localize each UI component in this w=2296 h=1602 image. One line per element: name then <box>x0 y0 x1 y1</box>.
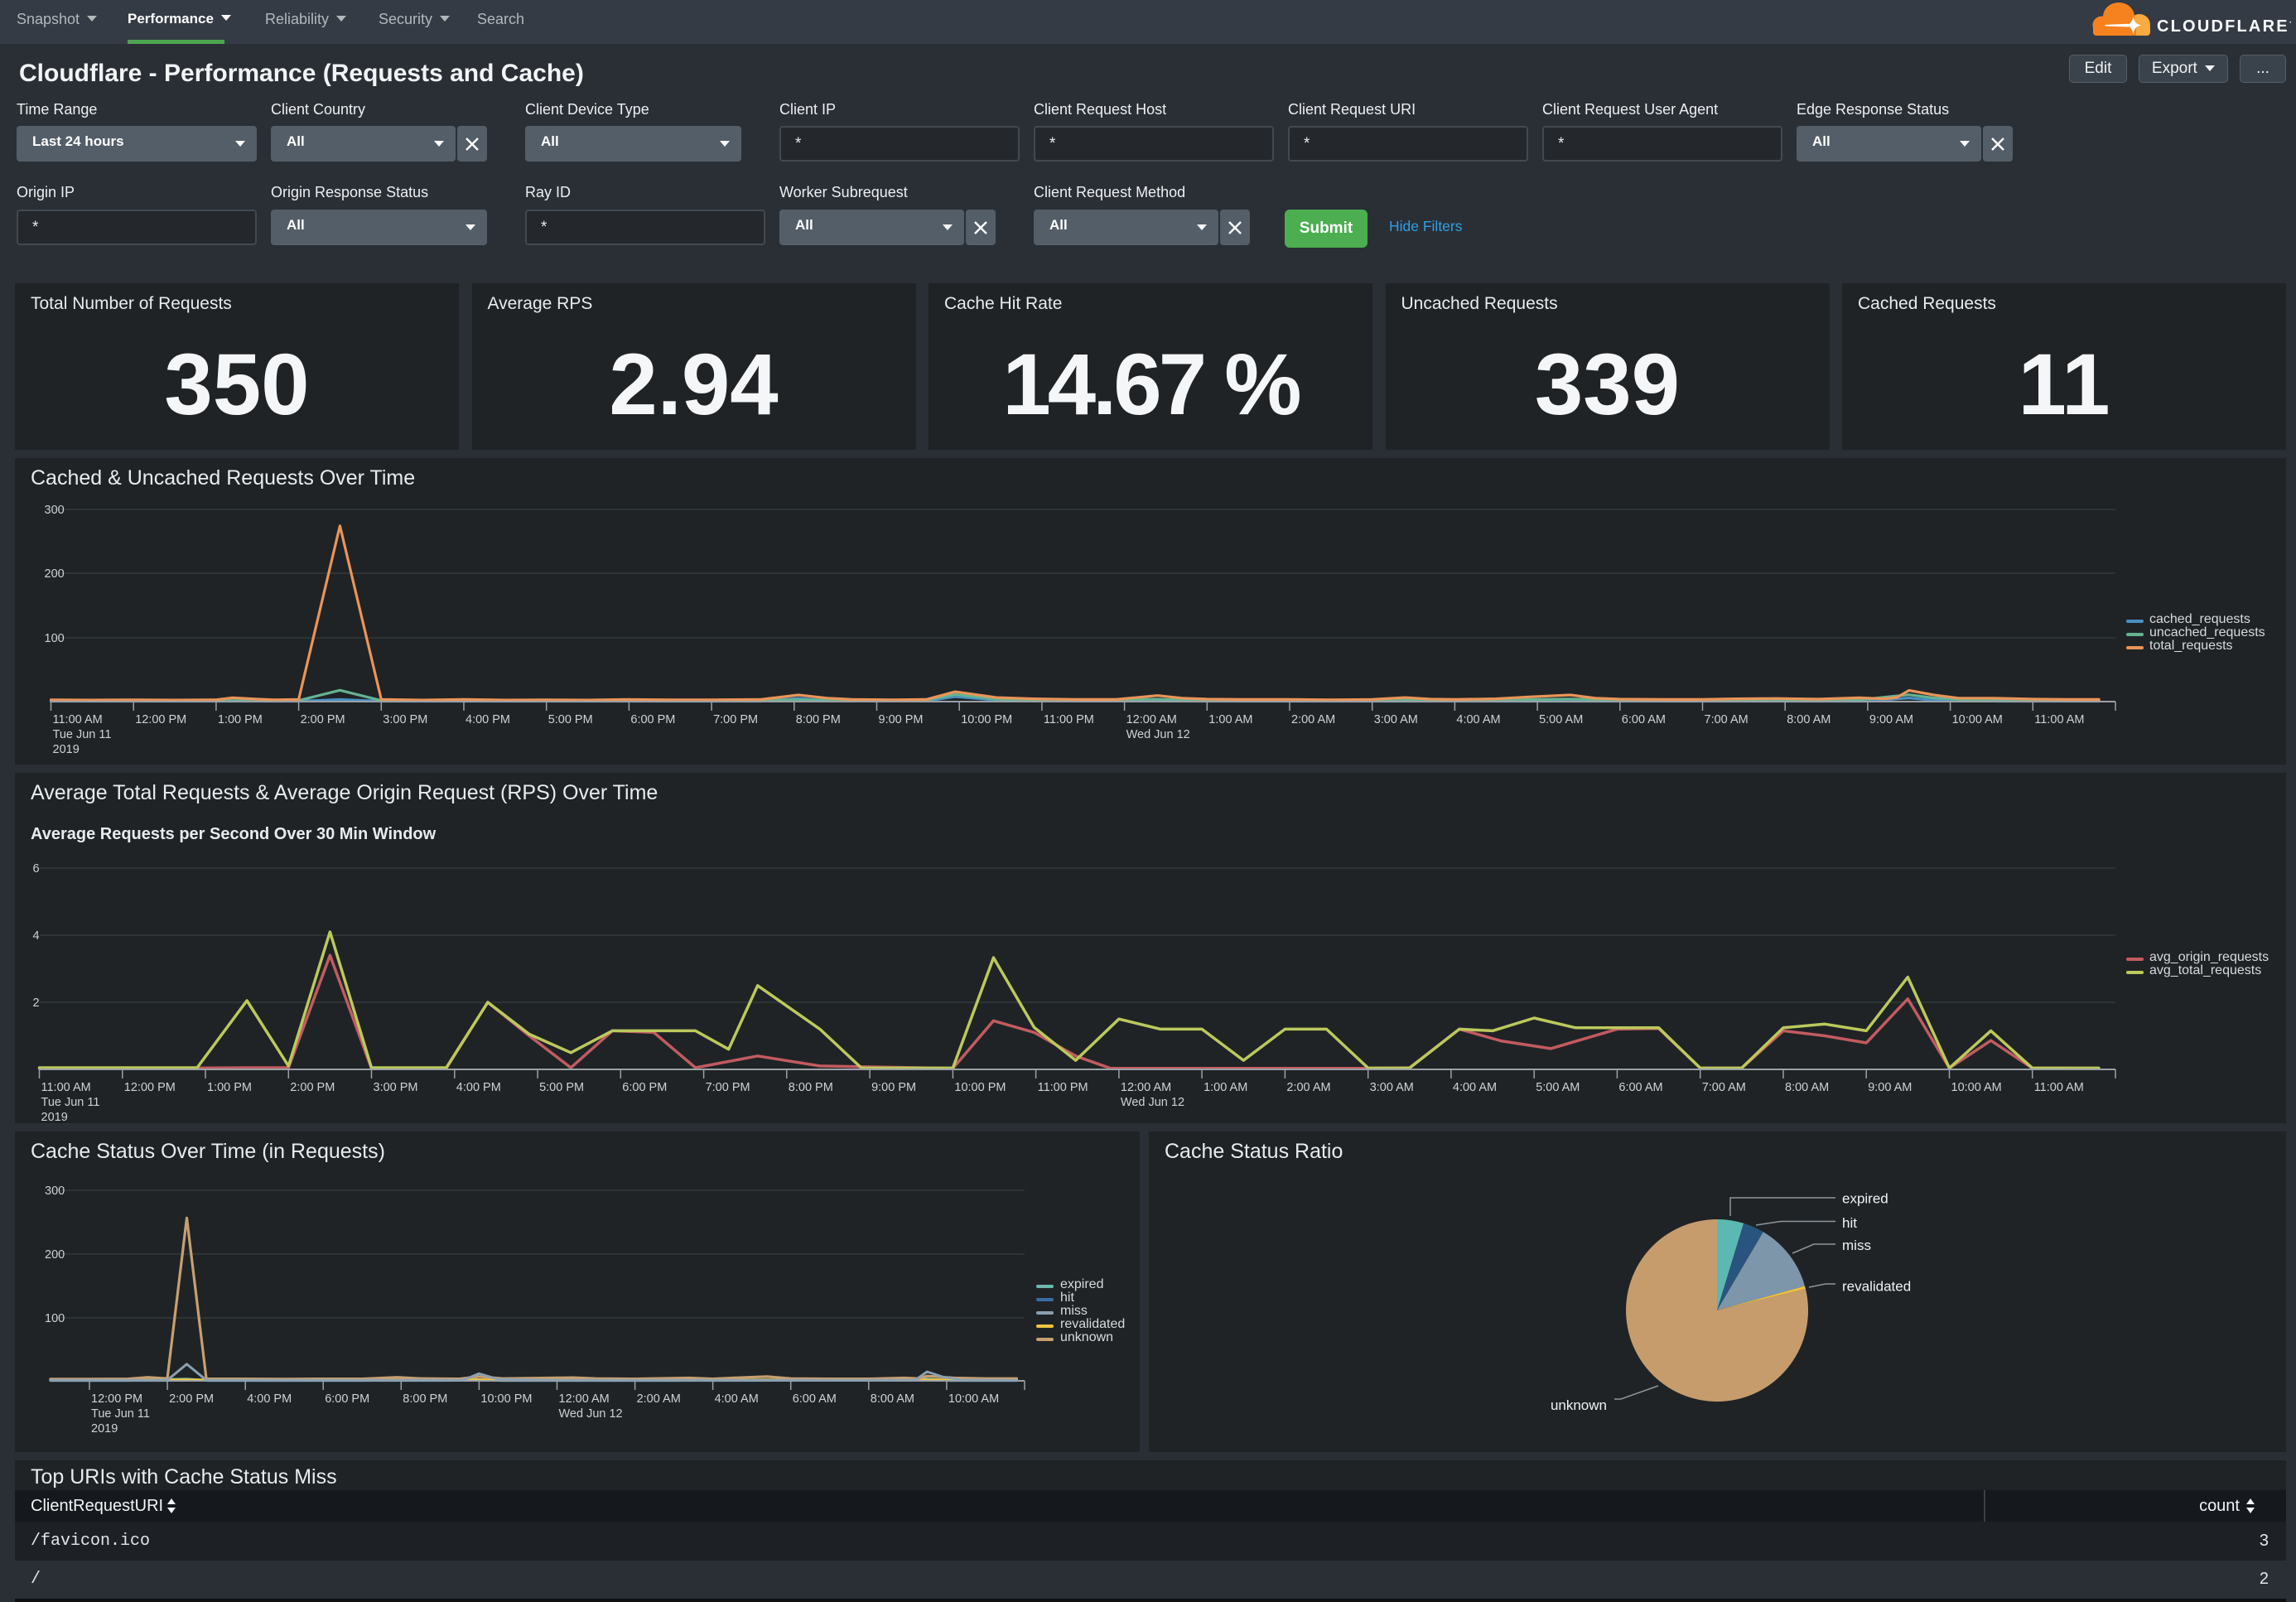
svg-text:5:00 AM: 5:00 AM <box>1536 1081 1580 1094</box>
svg-text:9:00 PM: 9:00 PM <box>879 713 924 726</box>
svg-text:2019: 2019 <box>41 1111 68 1123</box>
svg-text:3:00 PM: 3:00 PM <box>383 713 427 726</box>
svg-text:12:00 AM: 12:00 AM <box>1126 713 1177 726</box>
svg-text:5:00 PM: 5:00 PM <box>548 713 593 726</box>
svg-text:10:00 PM: 10:00 PM <box>954 1081 1006 1094</box>
svg-text:expired: expired <box>1842 1191 1888 1207</box>
svg-text:10:00 PM: 10:00 PM <box>480 1392 532 1406</box>
svg-text:200: 200 <box>45 567 65 581</box>
svg-text:6:00 AM: 6:00 AM <box>793 1392 837 1406</box>
svg-text:7:00 PM: 7:00 PM <box>706 1081 750 1094</box>
svg-text:hit: hit <box>1842 1215 1857 1231</box>
svg-text:10:00 PM: 10:00 PM <box>961 713 1012 726</box>
svg-text:6: 6 <box>33 862 40 876</box>
svg-text:Wed Jun 12: Wed Jun 12 <box>1121 1096 1184 1109</box>
svg-text:100: 100 <box>45 632 65 645</box>
svg-text:3:00 AM: 3:00 AM <box>1370 1081 1414 1094</box>
svg-text:4:00 AM: 4:00 AM <box>1456 713 1500 726</box>
svg-text:10:00 AM: 10:00 AM <box>948 1392 999 1406</box>
svg-text:12:00 PM: 12:00 PM <box>91 1392 142 1406</box>
svg-text:Tue Jun 11: Tue Jun 11 <box>91 1407 150 1421</box>
svg-text:3:00 AM: 3:00 AM <box>1374 713 1418 726</box>
svg-text:10:00 AM: 10:00 AM <box>1951 1081 2002 1094</box>
svg-text:6:00 AM: 6:00 AM <box>1618 1081 1662 1094</box>
svg-text:4: 4 <box>33 929 40 943</box>
svg-text:100: 100 <box>45 1312 65 1325</box>
svg-text:1:00 PM: 1:00 PM <box>207 1081 252 1094</box>
svg-text:11:00 AM: 11:00 AM <box>2034 713 2084 726</box>
svg-text:8:00 PM: 8:00 PM <box>796 713 841 726</box>
svg-text:2:00 PM: 2:00 PM <box>290 1081 335 1094</box>
svg-text:11:00 AM: 11:00 AM <box>2034 1081 2084 1094</box>
svg-text:9:00 AM: 9:00 AM <box>1869 713 1913 726</box>
svg-text:2: 2 <box>33 996 40 1010</box>
svg-text:revalidated: revalidated <box>1842 1279 1911 1295</box>
svg-text:8:00 PM: 8:00 PM <box>403 1392 447 1406</box>
svg-text:9:00 PM: 9:00 PM <box>871 1081 916 1094</box>
svg-text:unknown: unknown <box>1551 1397 1607 1413</box>
svg-text:200: 200 <box>45 1248 65 1262</box>
svg-text:6:00 PM: 6:00 PM <box>622 1081 667 1094</box>
svg-text:2019: 2019 <box>91 1422 118 1436</box>
svg-text:Wed Jun 12: Wed Jun 12 <box>1126 728 1190 741</box>
svg-text:4:00 PM: 4:00 PM <box>465 713 510 726</box>
svg-text:7:00 PM: 7:00 PM <box>713 713 758 726</box>
svg-text:2:00 PM: 2:00 PM <box>301 713 345 726</box>
svg-text:4:00 PM: 4:00 PM <box>456 1081 501 1094</box>
svg-text:Tue Jun 11: Tue Jun 11 <box>53 728 112 741</box>
svg-text:6:00 AM: 6:00 AM <box>1622 713 1666 726</box>
svg-text:2:00 AM: 2:00 AM <box>1286 1081 1330 1094</box>
svg-text:4:00 AM: 4:00 AM <box>715 1392 759 1406</box>
svg-text:300: 300 <box>45 504 65 517</box>
svg-text:2019: 2019 <box>53 743 80 756</box>
svg-text:5:00 PM: 5:00 PM <box>539 1081 584 1094</box>
svg-text:10:00 AM: 10:00 AM <box>1952 713 2003 726</box>
svg-text:8:00 PM: 8:00 PM <box>789 1081 833 1094</box>
svg-text:5:00 AM: 5:00 AM <box>1539 713 1583 726</box>
svg-text:300: 300 <box>45 1185 65 1198</box>
svg-text:9:00 AM: 9:00 AM <box>1868 1081 1912 1094</box>
svg-text:2:00 PM: 2:00 PM <box>169 1392 214 1406</box>
svg-text:8:00 AM: 8:00 AM <box>871 1392 914 1406</box>
svg-text:3:00 PM: 3:00 PM <box>374 1081 418 1094</box>
svg-text:12:00 AM: 12:00 AM <box>559 1392 610 1406</box>
svg-text:1:00 AM: 1:00 AM <box>1203 1081 1247 1094</box>
svg-text:12:00 PM: 12:00 PM <box>135 713 186 726</box>
svg-text:8:00 AM: 8:00 AM <box>1785 1081 1829 1094</box>
svg-text:7:00 AM: 7:00 AM <box>1702 1081 1746 1094</box>
svg-text:11:00 PM: 11:00 PM <box>1044 713 1094 726</box>
svg-text:11:00 AM: 11:00 AM <box>53 713 103 726</box>
svg-text:1:00 PM: 1:00 PM <box>218 713 263 726</box>
svg-text:4:00 PM: 4:00 PM <box>247 1392 292 1406</box>
svg-text:2:00 AM: 2:00 AM <box>1291 713 1335 726</box>
svg-text:12:00 AM: 12:00 AM <box>1121 1081 1171 1094</box>
svg-text:Wed Jun 12: Wed Jun 12 <box>559 1407 623 1421</box>
svg-text:Tue Jun 11: Tue Jun 11 <box>41 1096 100 1109</box>
svg-text:7:00 AM: 7:00 AM <box>1705 713 1749 726</box>
svg-text:4:00 AM: 4:00 AM <box>1453 1081 1497 1094</box>
svg-text:6:00 PM: 6:00 PM <box>325 1392 369 1406</box>
svg-text:11:00 PM: 11:00 PM <box>1038 1081 1088 1094</box>
svg-text:1:00 AM: 1:00 AM <box>1208 713 1252 726</box>
svg-text:miss: miss <box>1842 1238 1871 1253</box>
svg-text:11:00 AM: 11:00 AM <box>41 1081 91 1094</box>
svg-text:6:00 PM: 6:00 PM <box>630 713 675 726</box>
svg-text:12:00 PM: 12:00 PM <box>124 1081 176 1094</box>
svg-text:2:00 AM: 2:00 AM <box>637 1392 681 1406</box>
svg-text:8:00 AM: 8:00 AM <box>1787 713 1831 726</box>
